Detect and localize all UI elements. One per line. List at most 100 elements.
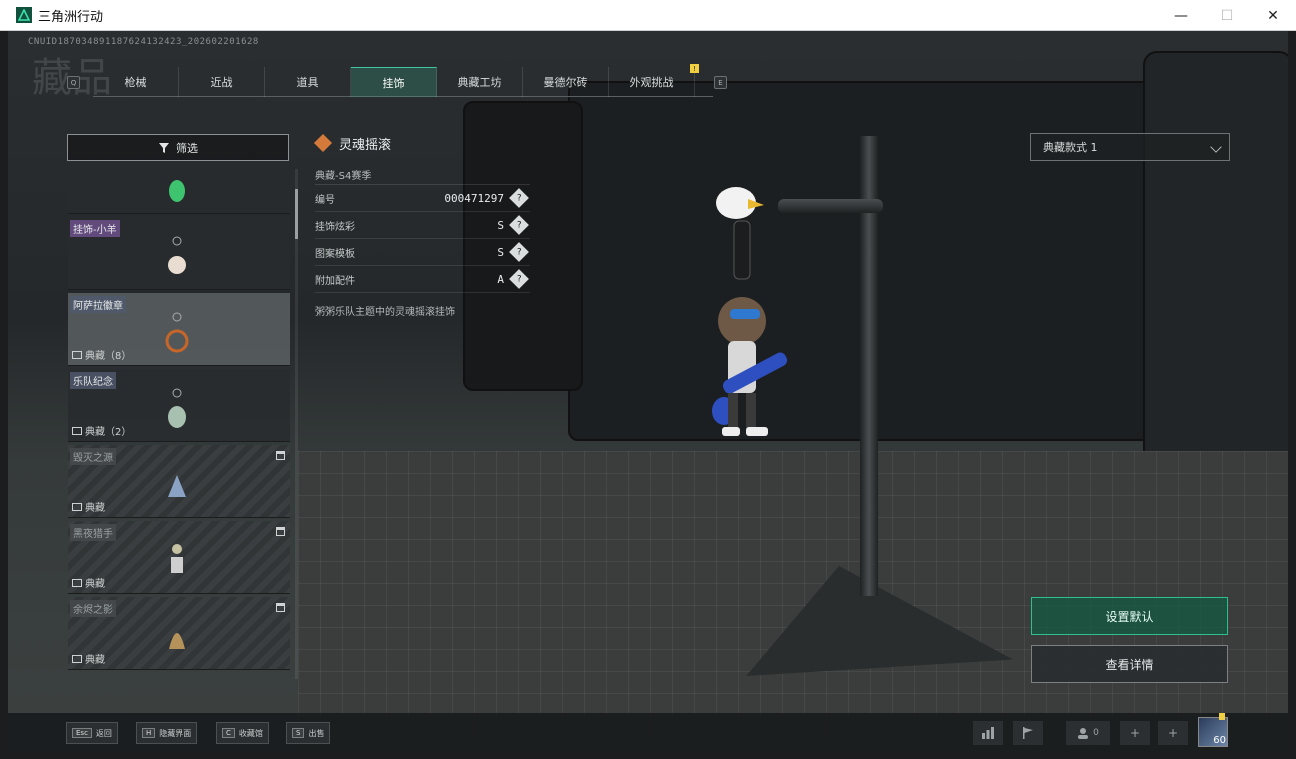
rarity-diamond-icon (313, 133, 333, 153)
item-description: 粥粥乐队主题中的灵魂摇滚挂饰 (315, 307, 455, 318)
tab-notification-badge: ! (690, 64, 699, 73)
item-name: 毁灭之源 (70, 448, 116, 465)
attr-value: A (497, 272, 504, 286)
filter-button[interactable]: 筛选 (67, 134, 289, 161)
item-name: 乐队纪念 (70, 372, 116, 389)
item-footer: 典藏（8） (72, 347, 131, 362)
add-slot-button[interactable]: + (1158, 721, 1188, 745)
list-item[interactable]: 余烬之影 典藏 (68, 597, 290, 670)
tab-firearms[interactable]: 枪械 (93, 67, 179, 97)
attr-row: 附加配件 A ? (315, 266, 530, 293)
plus-icon: + (1129, 726, 1141, 740)
list-item[interactable]: 挂饰-小羊 (68, 217, 290, 290)
attr-label: 挂饰炫彩 (315, 221, 355, 233)
list-item[interactable]: 黑夜猎手 典藏 (68, 521, 290, 594)
charm-badge-icon (165, 312, 189, 353)
tab-workshop[interactable]: 典藏工坊 (437, 67, 523, 97)
attr-value: 000471297 (444, 191, 504, 205)
hotkey-back[interactable]: Esc 返回 (66, 722, 118, 744)
hotkey-hide-ui[interactable]: H 隐藏界面 (136, 722, 198, 744)
image-icon (72, 578, 82, 587)
attr-label: 附加配件 (315, 275, 355, 287)
window-titlebar: 三角洲行动 — ☐ ✕ (0, 0, 1296, 31)
item-footer: 典藏（2） (72, 423, 131, 438)
attr-label: 图案模板 (315, 248, 355, 260)
charm-sheep-icon (168, 236, 186, 274)
tab-items[interactable]: 道具 (265, 67, 351, 97)
filter-icon (159, 142, 169, 153)
bar-chart-icon[interactable] (973, 721, 1003, 745)
charm-egg-icon (169, 180, 185, 202)
hotkey-sell[interactable]: S 出售 (286, 722, 331, 744)
avatar-notification-badge (1219, 713, 1225, 720)
hotkey-collection[interactable]: C 收藏馆 (216, 722, 269, 744)
style-dropdown-value: 典藏款式 1 (1043, 141, 1098, 154)
item-footer: 典藏 (72, 499, 105, 514)
item-title: 灵魂摇滚 (339, 137, 392, 153)
item-name: 阿萨拉徽章 (70, 296, 126, 313)
charm-band-icon (168, 388, 186, 428)
charm-list: 挂饰-小羊 阿萨拉徽章 典藏（8） 乐队纪念 典藏（2） 毁灭之源 典藏 黑夜猎… (68, 169, 290, 679)
lock-icon (276, 527, 285, 536)
lock-icon (276, 603, 285, 612)
minimize-button[interactable]: — (1158, 0, 1204, 31)
image-icon (72, 426, 82, 435)
friends-button[interactable]: 0 (1066, 721, 1110, 745)
charm-figure (712, 187, 788, 436)
filter-label: 筛选 (176, 141, 198, 155)
question-icon[interactable]: ? (509, 269, 529, 289)
maximize-button[interactable]: ☐ (1204, 0, 1250, 31)
charm-dragon-icon (168, 475, 186, 497)
list-item[interactable]: 毁灭之源 典藏 (68, 445, 290, 518)
charm-ember-icon (169, 633, 185, 649)
tab-prev-key[interactable]: Q (67, 76, 80, 89)
tab-melee[interactable]: 近战 (179, 67, 265, 97)
attr-value: S (497, 218, 504, 232)
list-item[interactable]: 乐队纪念 典藏（2） (68, 369, 290, 442)
attr-row: 图案模板 S ? (315, 239, 530, 266)
question-icon[interactable]: ? (509, 242, 529, 262)
app-logo-icon (16, 7, 32, 23)
item-footer: 典藏 (72, 575, 105, 590)
flag-icon[interactable] (1013, 721, 1043, 745)
list-item[interactable] (68, 169, 290, 214)
item-season: 典藏-S4赛季 (315, 167, 530, 185)
attr-label: 编号 (315, 194, 335, 206)
detail-panel: 灵魂摇滚 典藏-S4赛季 编号 000471297 ? 挂饰炫彩 S ? 图案模… (313, 131, 530, 318)
question-icon[interactable]: ? (509, 215, 529, 235)
add-slot-button[interactable]: + (1120, 721, 1150, 745)
chevron-down-icon (1210, 141, 1222, 153)
tab-mandel-brick[interactable]: 曼德尔砖 (523, 67, 609, 97)
tab-charms[interactable]: 挂饰 (351, 67, 437, 97)
image-icon (72, 502, 82, 511)
set-default-button[interactable]: 设置默认 (1031, 597, 1228, 635)
image-icon (72, 654, 82, 663)
item-name: 挂饰-小羊 (70, 220, 120, 237)
item-name: 黑夜猎手 (70, 524, 116, 541)
plus-icon: + (1167, 726, 1179, 740)
scrollbar-thumb[interactable] (295, 189, 298, 239)
close-button[interactable]: ✕ (1250, 0, 1296, 31)
image-icon (72, 350, 82, 359)
list-item[interactable]: 阿萨拉徽章 典藏（8） (68, 293, 290, 366)
tab-next-key[interactable]: E (714, 76, 727, 89)
list-scrollbar[interactable] (295, 169, 298, 679)
view-details-button[interactable]: 查看详情 (1031, 645, 1228, 683)
friends-icon (1078, 728, 1089, 739)
item-footer: 典藏 (72, 651, 105, 666)
item-name: 余烬之影 (70, 600, 116, 617)
attr-row: 编号 000471297 ? (315, 185, 530, 212)
category-tabs: 枪械 近战 道具 挂饰 典藏工坊 曼德尔砖 外观挑战 (93, 67, 713, 97)
style-dropdown[interactable]: 典藏款式 1 (1030, 133, 1230, 161)
attr-row: 挂饰炫彩 S ? (315, 212, 530, 239)
tab-appearance-challenge[interactable]: 外观挑战 (609, 67, 695, 97)
game-viewport: CNUID187034891187624132423_202602201628 … (8, 31, 1288, 751)
window-title: 三角洲行动 (38, 9, 104, 25)
avatar[interactable]: 60 (1198, 717, 1228, 747)
lock-icon (276, 451, 285, 460)
bottom-bar: Esc 返回 H 隐藏界面 C 收藏馆 S 出售 0 + + 60 (8, 713, 1288, 751)
charm-hunter-icon (171, 544, 183, 573)
question-icon[interactable]: ? (509, 188, 529, 208)
player-level: 60 (1213, 735, 1226, 746)
detail-title-row: 灵魂摇滚 (313, 131, 530, 155)
